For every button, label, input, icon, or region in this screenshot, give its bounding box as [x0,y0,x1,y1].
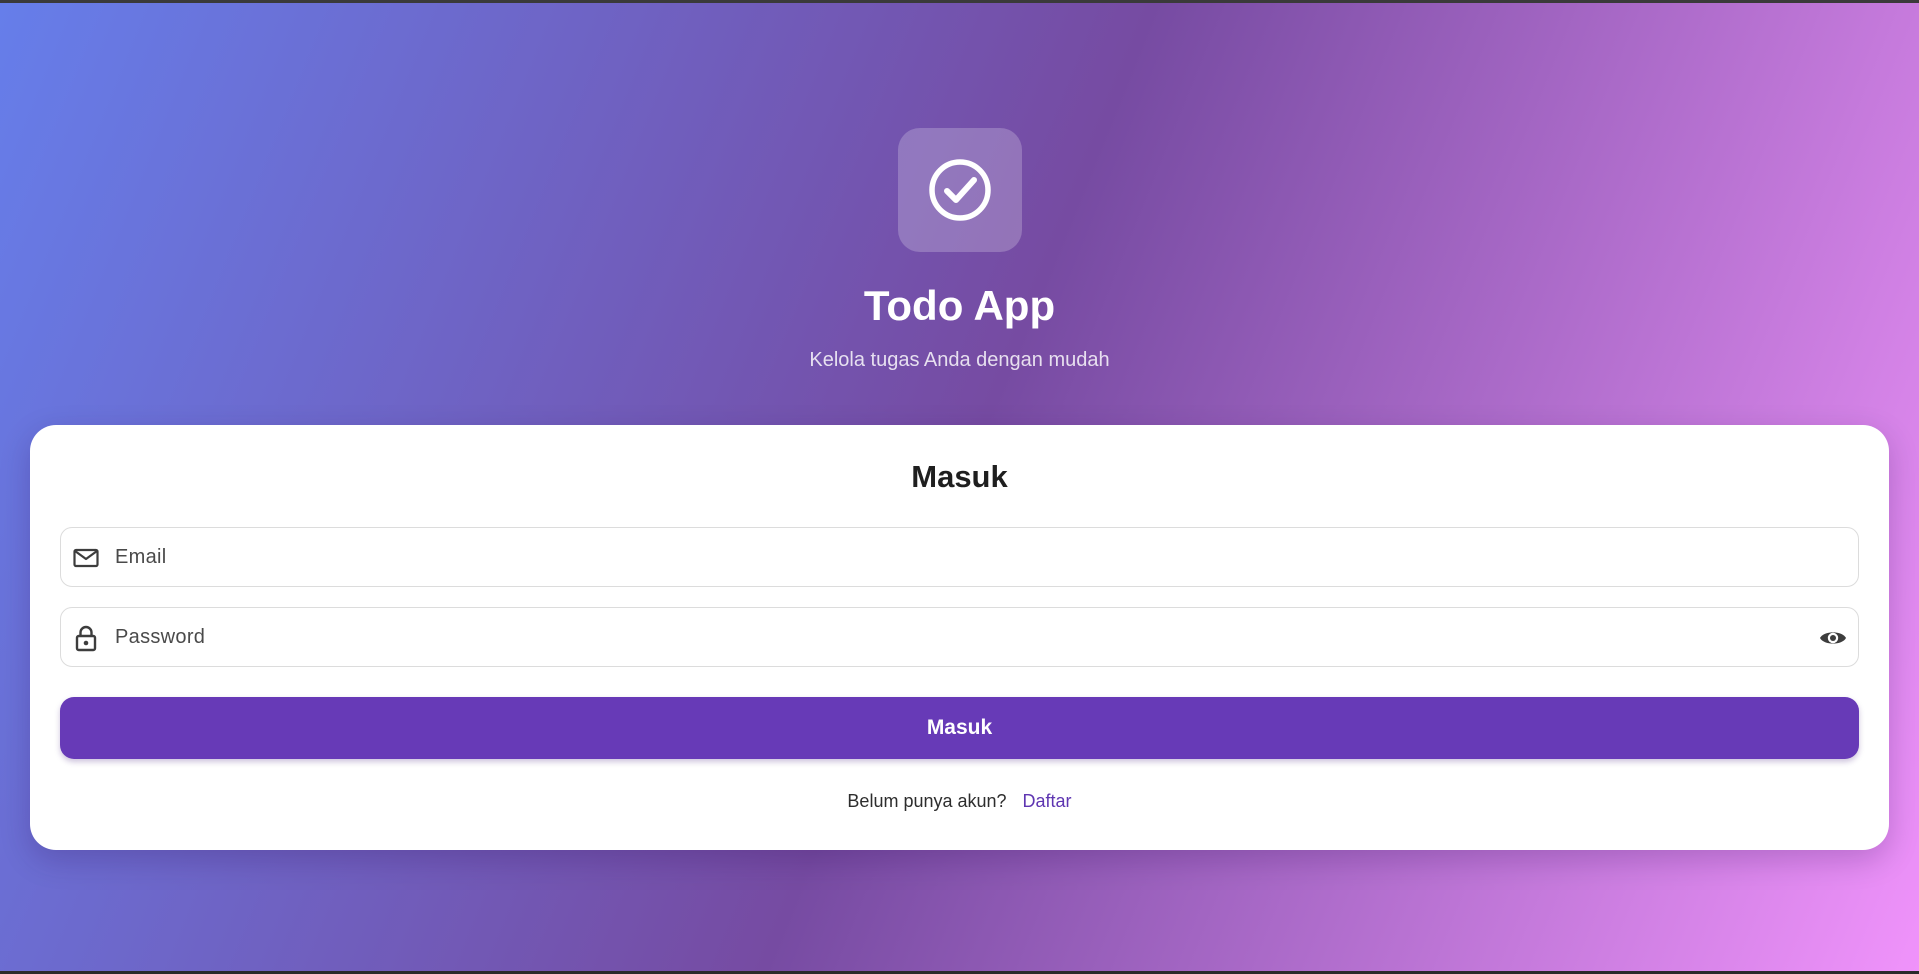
email-input[interactable] [115,528,1795,586]
window-top-border [0,0,1919,3]
login-card: Masuk Masuk Belum punya akun? Daftar [30,425,1889,850]
register-row: Belum punya akun? Daftar [30,789,1889,813]
register-link[interactable]: Daftar [1023,791,1072,811]
register-prompt: Belum punya akun? [847,791,1007,811]
app-logo [898,128,1022,252]
email-field[interactable] [60,527,1859,587]
lock-icon [75,625,97,652]
app-subtitle: Kelola tugas Anda dengan mudah [809,349,1110,371]
login-title: Masuk [911,459,1008,494]
password-field[interactable] [60,607,1859,667]
eye-icon[interactable] [1818,624,1848,652]
password-input[interactable] [115,608,1795,666]
login-button[interactable]: Masuk [60,697,1859,759]
check-circle-icon [929,159,991,221]
app-title: Todo App [863,282,1056,329]
mail-icon [73,548,99,568]
